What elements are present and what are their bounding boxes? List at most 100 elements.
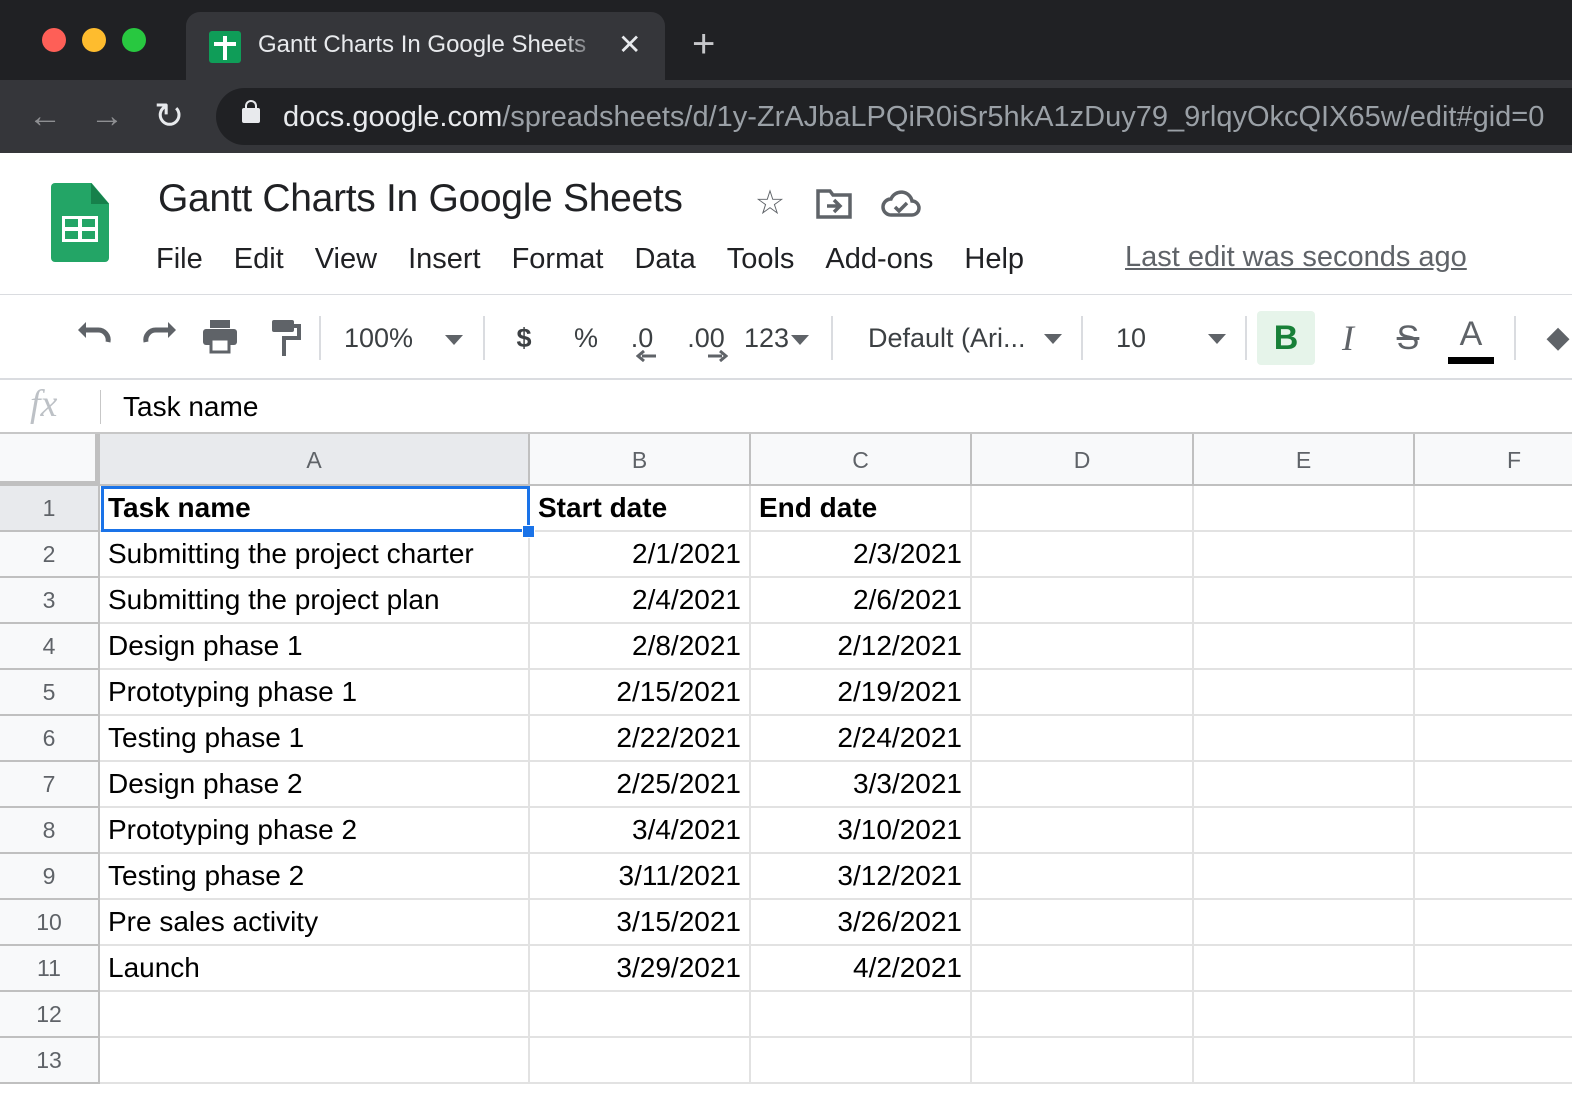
cell-a6[interactable]: Testing phase 1 <box>100 716 530 762</box>
cell-b11[interactable]: 3/29/2021 <box>530 946 751 992</box>
column-header-a[interactable]: A <box>100 434 530 486</box>
cell-d3[interactable] <box>972 578 1194 624</box>
cell-b8[interactable]: 3/4/2021 <box>530 808 751 854</box>
cell-c8[interactable]: 3/10/2021 <box>751 808 972 854</box>
reload-icon[interactable]: ↻ <box>154 96 184 136</box>
text-color-button[interactable]: A <box>1448 316 1494 364</box>
bold-button[interactable]: B <box>1257 311 1315 365</box>
strikethrough-button[interactable]: S <box>1388 316 1428 360</box>
cell-f10[interactable] <box>1415 900 1572 946</box>
cell-c6[interactable]: 2/24/2021 <box>751 716 972 762</box>
column-header-c[interactable]: C <box>751 434 972 486</box>
cell-f1[interactable] <box>1415 486 1572 532</box>
cell-d7[interactable] <box>972 762 1194 808</box>
cell-d12[interactable] <box>972 992 1194 1038</box>
column-header-d[interactable]: D <box>972 434 1194 486</box>
back-arrow-icon[interactable]: ← <box>28 96 62 136</box>
menu-edit[interactable]: Edit <box>234 241 284 277</box>
font-size-select[interactable]: 10 <box>1116 316 1234 360</box>
column-header-e[interactable]: E <box>1194 434 1415 486</box>
cell-a13[interactable] <box>100 1038 530 1084</box>
cell-d11[interactable] <box>972 946 1194 992</box>
url-text[interactable]: docs.google.com/spreadsheets/d/1y-ZrAJba… <box>283 100 1544 134</box>
row-header-3[interactable]: 3 <box>0 578 100 624</box>
row-header-8[interactable]: 8 <box>0 808 100 854</box>
cell-a9[interactable]: Testing phase 2 <box>100 854 530 900</box>
row-header-10[interactable]: 10 <box>0 900 100 946</box>
cell-f11[interactable] <box>1415 946 1572 992</box>
cell-c2[interactable]: 2/3/2021 <box>751 532 972 578</box>
cell-c1[interactable]: End date <box>751 486 972 532</box>
document-title[interactable]: Gantt Charts In Google Sheets <box>158 177 683 221</box>
cell-e12[interactable] <box>1194 992 1415 1038</box>
cell-a3[interactable]: Submitting the project plan <box>100 578 530 624</box>
cell-d6[interactable] <box>972 716 1194 762</box>
increase-decimal-button[interactable]: .00 <box>684 316 728 362</box>
cell-f5[interactable] <box>1415 670 1572 716</box>
cell-f6[interactable] <box>1415 716 1572 762</box>
cell-b13[interactable] <box>530 1038 751 1084</box>
italic-button[interactable]: I <box>1328 316 1368 360</box>
cell-e11[interactable] <box>1194 946 1415 992</box>
cell-f13[interactable] <box>1415 1038 1572 1084</box>
row-header-11[interactable]: 11 <box>0 946 100 992</box>
cell-d8[interactable] <box>972 808 1194 854</box>
cell-e1[interactable] <box>1194 486 1415 532</box>
cell-e5[interactable] <box>1194 670 1415 716</box>
cell-e9[interactable] <box>1194 854 1415 900</box>
cell-b12[interactable] <box>530 992 751 1038</box>
maximize-window-button[interactable] <box>122 28 146 52</box>
row-header-13[interactable]: 13 <box>0 1038 100 1084</box>
cell-d9[interactable] <box>972 854 1194 900</box>
cell-f12[interactable] <box>1415 992 1572 1038</box>
cell-c7[interactable]: 3/3/2021 <box>751 762 972 808</box>
cell-f2[interactable] <box>1415 532 1572 578</box>
cell-b9[interactable]: 3/11/2021 <box>530 854 751 900</box>
currency-format-button[interactable]: $ <box>506 316 542 360</box>
cell-b7[interactable]: 2/25/2021 <box>530 762 751 808</box>
cell-a8[interactable]: Prototyping phase 2 <box>100 808 530 854</box>
fill-handle[interactable] <box>522 525 535 538</box>
column-header-b[interactable]: B <box>530 434 751 486</box>
cell-a7[interactable]: Design phase 2 <box>100 762 530 808</box>
cell-b1[interactable]: Start date <box>530 486 751 532</box>
menu-insert[interactable]: Insert <box>408 241 481 277</box>
forward-arrow-icon[interactable]: → <box>90 96 124 136</box>
decrease-decimal-button[interactable]: .0 <box>622 316 662 362</box>
undo-icon[interactable] <box>74 316 118 360</box>
cell-a4[interactable]: Design phase 1 <box>100 624 530 670</box>
cell-f3[interactable] <box>1415 578 1572 624</box>
cell-b6[interactable]: 2/22/2021 <box>530 716 751 762</box>
menu-addons[interactable]: Add-ons <box>825 241 933 277</box>
lock-icon[interactable] <box>242 100 260 123</box>
cell-c13[interactable] <box>751 1038 972 1084</box>
cell-d10[interactable] <box>972 900 1194 946</box>
percent-format-button[interactable]: % <box>566 316 606 360</box>
move-to-folder-icon[interactable] <box>814 185 854 225</box>
row-header-9[interactable]: 9 <box>0 854 100 900</box>
last-edit-link[interactable]: Last edit was seconds ago <box>1125 239 1467 275</box>
cell-e2[interactable] <box>1194 532 1415 578</box>
menu-format[interactable]: Format <box>512 241 604 277</box>
cell-c5[interactable]: 2/19/2021 <box>751 670 972 716</box>
cell-d2[interactable] <box>972 532 1194 578</box>
cell-f9[interactable] <box>1415 854 1572 900</box>
cell-f8[interactable] <box>1415 808 1572 854</box>
redo-icon[interactable] <box>136 316 180 360</box>
row-header-1[interactable]: 1 <box>0 486 100 532</box>
row-header-4[interactable]: 4 <box>0 624 100 670</box>
select-all-corner[interactable] <box>0 434 100 486</box>
cell-d4[interactable] <box>972 624 1194 670</box>
cell-a5[interactable]: Prototyping phase 1 <box>100 670 530 716</box>
star-icon[interactable]: ☆ <box>750 183 790 223</box>
close-window-button[interactable] <box>42 28 66 52</box>
cell-a10[interactable]: Pre sales activity <box>100 900 530 946</box>
print-icon[interactable] <box>198 316 242 360</box>
formula-input[interactable]: Task name <box>123 390 258 424</box>
row-header-12[interactable]: 12 <box>0 992 100 1038</box>
cell-a12[interactable] <box>100 992 530 1038</box>
font-family-select[interactable]: Default (Ari... <box>868 316 1068 360</box>
row-header-2[interactable]: 2 <box>0 532 100 578</box>
cell-c9[interactable]: 3/12/2021 <box>751 854 972 900</box>
cell-c4[interactable]: 2/12/2021 <box>751 624 972 670</box>
